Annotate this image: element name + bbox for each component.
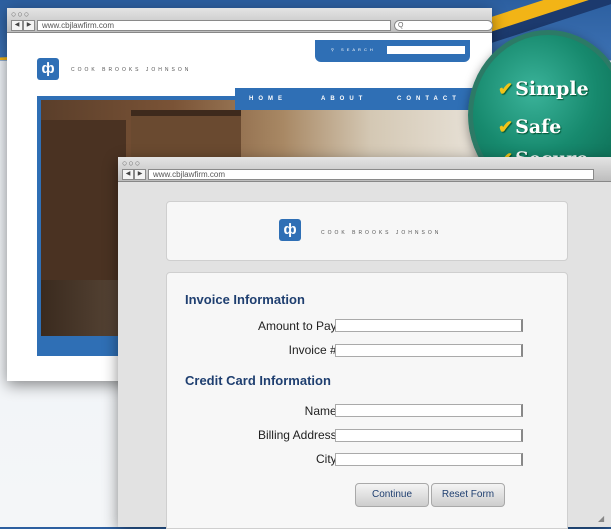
back-arrow-icon[interactable]: ◀	[11, 20, 23, 31]
nav-contact[interactable]: CONTACT	[397, 96, 461, 102]
browser-search-field[interactable]: Q	[394, 20, 493, 31]
billing-address-input[interactable]	[335, 429, 523, 442]
window-controls-icon[interactable]: ○○○	[122, 159, 141, 168]
magnifier-icon: Q	[398, 22, 404, 29]
site-search-bar: ⚲ SEARCH	[315, 40, 470, 62]
invoice-number-label: Invoice #:	[288, 343, 340, 357]
continue-button[interactable]: Continue	[355, 483, 429, 507]
window-controls-icon[interactable]: ○○○	[11, 10, 30, 19]
billing-address-label: Billing Address:	[257, 428, 340, 442]
badge-line-simple: ✔ Simple	[498, 78, 589, 100]
back-arrow-icon[interactable]: ◀	[122, 169, 134, 180]
name-label: Name:	[304, 404, 340, 418]
checkmark-icon: ✔	[498, 79, 514, 100]
nav-about[interactable]: ABOUT	[321, 96, 367, 102]
reset-form-button[interactable]: Reset Form	[431, 483, 505, 507]
address-bar-url: www.cbjlawfirm.com	[42, 21, 115, 30]
nav-home[interactable]: HOME	[249, 96, 287, 102]
main-navigation: HOME ABOUT CONTACT	[235, 88, 492, 110]
firm-logo-icon: ф	[37, 58, 59, 80]
address-bar[interactable]: www.cbjlawfirm.com	[148, 169, 594, 180]
firm-brand-name: COOK BROOKS JOHNSON	[321, 230, 442, 236]
address-bar-url: www.cbjlawfirm.com	[153, 170, 226, 179]
amount-input[interactable]	[335, 319, 523, 332]
site-search-input[interactable]	[387, 46, 465, 54]
site-search-label: ⚲ SEARCH	[331, 47, 376, 52]
front-browser-window: ○○○ ◀ ▶ www.cbjlawfirm.com ф COOK BROOKS…	[118, 157, 611, 529]
invoice-section-title: Invoice Information	[185, 292, 305, 307]
front-window-titlebar: ○○○ ◀ ▶ www.cbjlawfirm.com	[118, 157, 611, 182]
back-window-titlebar: ○○○ ◀ ▶ www.cbjlawfirm.com Q	[7, 8, 493, 33]
firm-brand-name: COOK BROOKS JOHNSON	[71, 67, 192, 73]
badge-line-safe: ✔ Safe	[498, 116, 562, 138]
forward-arrow-icon[interactable]: ▶	[134, 169, 146, 180]
address-bar[interactable]: www.cbjlawfirm.com	[37, 20, 391, 31]
city-label: City:	[316, 452, 340, 466]
forward-arrow-icon[interactable]: ▶	[23, 20, 35, 31]
name-input[interactable]	[335, 404, 523, 417]
city-input[interactable]	[335, 453, 523, 466]
firm-logo-icon: ф	[279, 219, 301, 241]
resize-grip-icon[interactable]: ◢	[598, 514, 608, 524]
invoice-number-input[interactable]	[335, 344, 523, 357]
credit-card-section-title: Credit Card Information	[185, 373, 331, 388]
header-card: ф COOK BROOKS JOHNSON	[166, 201, 568, 261]
checkmark-icon: ✔	[498, 117, 514, 138]
amount-label: Amount to Pay:	[257, 319, 340, 333]
